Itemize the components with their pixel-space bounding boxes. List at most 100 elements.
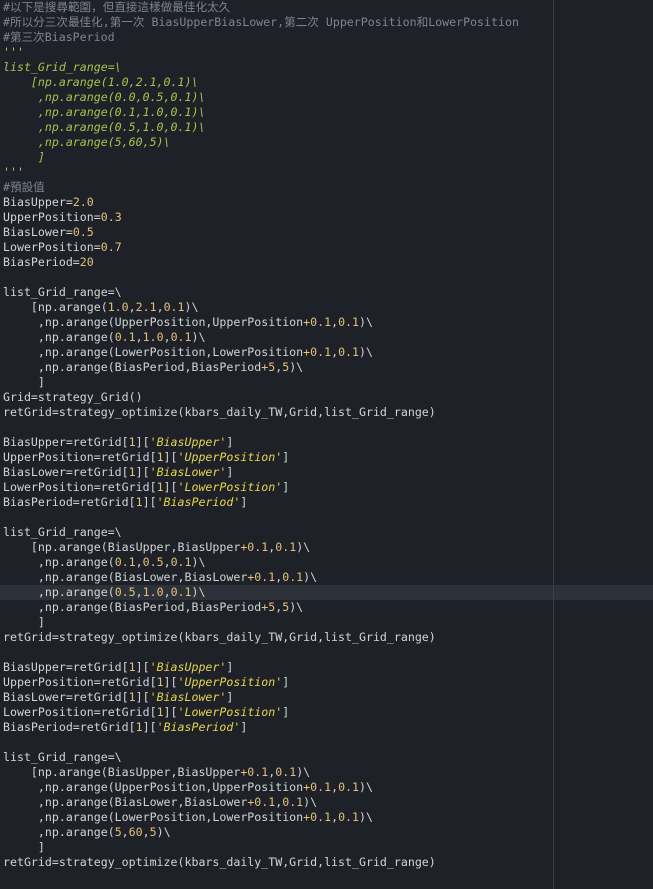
code-line[interactable]: [np.arange(1.0,2.1,0.1)\ xyxy=(0,300,653,315)
token-number: 2.1 xyxy=(135,300,157,314)
code-line[interactable]: ] xyxy=(0,840,653,855)
token-number: 0.1 xyxy=(170,555,192,569)
token-number: 1 xyxy=(128,435,136,449)
token-comment: #以下是搜尋範圍，但直接這樣做最佳化太久 xyxy=(3,0,231,14)
code-line[interactable]: UpperPosition=0.3 xyxy=(0,210,653,225)
code-line[interactable]: BiasLower=retGrid[1]['BiasLower'] xyxy=(0,690,653,705)
code-line[interactable]: #所以分三次最佳化,第一次 BiasUpperBiasLower,第二次 Upp… xyxy=(0,15,653,30)
code-line[interactable]: ,np.arange(UpperPosition,UpperPosition+0… xyxy=(0,315,653,330)
code-line[interactable]: BiasUpper=retGrid[1]['BiasUpper'] xyxy=(0,435,653,450)
token-number: 5 xyxy=(114,825,122,839)
token-code: ][ xyxy=(142,720,157,734)
code-editor[interactable]: #以下是搜尋範圍，但直接這樣做最佳化太久 #所以分三次最佳化,第一次 BiasUp… xyxy=(0,0,653,889)
code-line[interactable]: ''' xyxy=(0,165,653,180)
code-line[interactable]: ,np.arange(0.0,0.5,0.1)\ xyxy=(0,90,653,105)
token-code: ] xyxy=(282,705,290,719)
token-number: 0.3 xyxy=(100,210,122,224)
code-line[interactable] xyxy=(0,420,653,435)
code-line[interactable]: retGrid=strategy_optimize(kbars_daily_TW… xyxy=(0,405,653,420)
code-area[interactable]: #以下是搜尋範圍，但直接這樣做最佳化太久 #所以分三次最佳化,第一次 BiasUp… xyxy=(0,0,653,870)
code-line[interactable]: [np.arange(BiasUpper,BiasUpper+0.1,0.1)\ xyxy=(0,765,653,780)
token-code: ][ xyxy=(163,705,178,719)
token-code: , xyxy=(331,345,339,359)
code-line[interactable]: list_Grid_range=\ xyxy=(0,285,653,300)
code-line[interactable] xyxy=(0,645,653,660)
code-line[interactable]: ,np.arange(LowerPosition,LowerPosition+0… xyxy=(0,810,653,825)
code-line[interactable]: #預設值 xyxy=(0,180,653,195)
code-line[interactable]: retGrid=strategy_optimize(kbars_daily_TW… xyxy=(0,855,653,870)
token-number: 1 xyxy=(128,660,136,674)
token-code: ] xyxy=(282,480,290,494)
token-code: BiasPeriod= xyxy=(3,255,80,269)
code-line[interactable]: ,np.arange(0.5,1.0,0.1)\ xyxy=(0,120,653,135)
token-number: 2.0 xyxy=(72,195,94,209)
code-line[interactable]: ] xyxy=(0,375,653,390)
token-code: )\ xyxy=(359,315,373,329)
code-line[interactable]: BiasLower=retGrid[1]['BiasLower'] xyxy=(0,465,653,480)
code-line[interactable]: UpperPosition=retGrid[1]['UpperPosition'… xyxy=(0,450,653,465)
code-line[interactable]: ,np.arange(0.1,0.5,0.1)\ xyxy=(0,555,653,570)
code-line[interactable]: ,np.arange(BiasLower,BiasLower+0.1,0.1)\ xyxy=(0,570,653,585)
code-line[interactable]: LowerPosition=retGrid[1]['LowerPosition'… xyxy=(0,705,653,720)
code-line[interactable]: [np.arange(1.0,2.1,0.1)\ xyxy=(0,75,653,90)
token-code: , xyxy=(135,585,143,599)
token-number: 0.5 xyxy=(142,555,164,569)
token-code: )\ xyxy=(289,600,304,614)
code-line[interactable]: UpperPosition=retGrid[1]['UpperPosition'… xyxy=(0,675,653,690)
token-number: 1 xyxy=(128,465,136,479)
token-code: )\ xyxy=(359,345,373,359)
code-line[interactable] xyxy=(0,510,653,525)
token-docstring: list_Grid_range=\ xyxy=(3,60,122,74)
token-code: , xyxy=(142,825,150,839)
current-line[interactable]: ,np.arange(0.5,1.0,0.1)\ xyxy=(0,585,653,600)
code-line[interactable]: Grid=strategy_Grid() xyxy=(0,390,653,405)
code-line[interactable]: ,np.arange(5,60,5)\ xyxy=(0,135,653,150)
code-line[interactable]: list_Grid_range=\ xyxy=(0,60,653,75)
token-code: )\ xyxy=(296,540,311,554)
token-code: BiasPeriod=retGrid[ xyxy=(3,495,136,509)
code-line[interactable]: retGrid=strategy_optimize(kbars_daily_TW… xyxy=(0,630,653,645)
token-number: 0.1 xyxy=(338,810,360,824)
code-line[interactable]: list_Grid_range=\ xyxy=(0,750,653,765)
code-line[interactable]: BiasPeriod=20 xyxy=(0,255,653,270)
token-code: ][ xyxy=(135,435,150,449)
token-code: ] xyxy=(226,690,234,704)
code-line[interactable]: ,np.arange(BiasPeriod,BiasPeriod+5,5)\ xyxy=(0,600,653,615)
code-line[interactable]: BiasPeriod=retGrid[1]['BiasPeriod'] xyxy=(0,495,653,510)
code-line[interactable] xyxy=(0,270,653,285)
token-operator: +5 xyxy=(261,360,276,374)
token-operator: +0.1 xyxy=(303,810,332,824)
token-number: 1 xyxy=(156,705,164,719)
token-number: 0.7 xyxy=(100,240,122,254)
code-line[interactable]: ] xyxy=(0,150,653,165)
code-line[interactable]: list_Grid_range=\ xyxy=(0,525,653,540)
token-code: retGrid=strategy_optimize(kbars_daily_TW… xyxy=(3,630,436,644)
token-code: ,np.arange(UpperPosition,UpperPosition xyxy=(3,315,304,329)
code-line[interactable]: ,np.arange(BiasLower,BiasLower+0.1,0.1)\ xyxy=(0,795,653,810)
code-line[interactable]: ,np.arange(BiasPeriod,BiasPeriod+5,5)\ xyxy=(0,360,653,375)
token-string: 'BiasUpper' xyxy=(149,660,227,674)
code-line[interactable]: BiasLower=0.5 xyxy=(0,225,653,240)
code-line[interactable] xyxy=(0,735,653,750)
token-docstring: ,np.arange(5,60,5)\ xyxy=(3,135,171,149)
code-line[interactable]: ,np.arange(5,60,5)\ xyxy=(0,825,653,840)
code-line[interactable]: #以下是搜尋範圍，但直接這樣做最佳化太久 xyxy=(0,0,653,15)
code-line[interactable]: ,np.arange(UpperPosition,UpperPosition+0… xyxy=(0,780,653,795)
token-code: BiasUpper= xyxy=(3,195,73,209)
code-line[interactable]: ,np.arange(0.1,1.0,0.1)\ xyxy=(0,330,653,345)
code-line[interactable]: BiasUpper=retGrid[1]['BiasUpper'] xyxy=(0,660,653,675)
code-line[interactable]: BiasPeriod=retGrid[1]['BiasPeriod'] xyxy=(0,720,653,735)
token-code: LowerPosition=retGrid[ xyxy=(3,480,157,494)
code-line[interactable]: ] xyxy=(0,615,653,630)
code-line[interactable]: LowerPosition=0.7 xyxy=(0,240,653,255)
code-line[interactable]: ,np.arange(0.1,1.0,0.1)\ xyxy=(0,105,653,120)
code-line[interactable]: ''' xyxy=(0,45,653,60)
token-code: [np.arange( xyxy=(3,300,108,314)
token-code: list_Grid_range=\ xyxy=(3,285,122,299)
token-number: 1 xyxy=(128,690,136,704)
code-line[interactable]: LowerPosition=retGrid[1]['LowerPosition'… xyxy=(0,480,653,495)
code-line[interactable]: BiasUpper=2.0 xyxy=(0,195,653,210)
code-line[interactable]: ,np.arange(LowerPosition,LowerPosition+0… xyxy=(0,345,653,360)
code-line[interactable]: [np.arange(BiasUpper,BiasUpper+0.1,0.1)\ xyxy=(0,540,653,555)
code-line[interactable]: #第三次BiasPeriod xyxy=(0,30,653,45)
